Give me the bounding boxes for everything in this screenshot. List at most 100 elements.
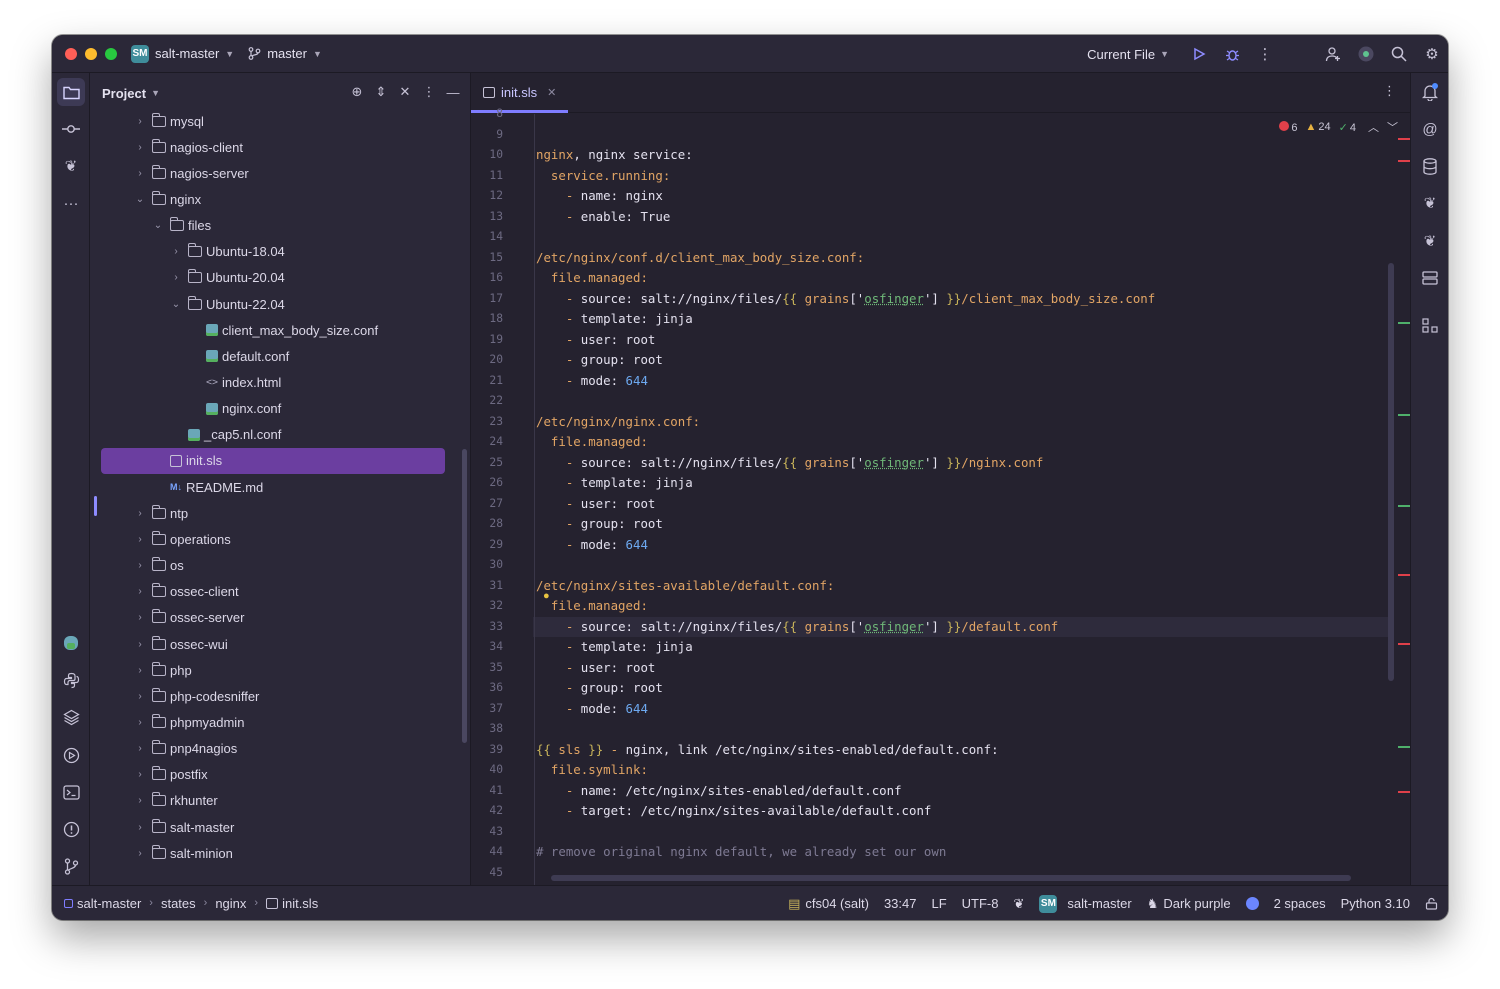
breadcrumb-item[interactable]: states (161, 896, 196, 911)
tree-folder[interactable]: › postfix (90, 762, 470, 788)
notifications-icon[interactable] (1417, 79, 1443, 105)
ai-chat-icon[interactable]: @ (1417, 116, 1443, 142)
tree-folder[interactable]: › mysql (90, 108, 470, 134)
options-icon[interactable]: ⋮ (420, 82, 438, 102)
chevron-right-icon[interactable]: › (134, 691, 146, 702)
chevron-right-icon[interactable]: › (134, 560, 146, 571)
chevron-right-icon[interactable]: › (134, 665, 146, 676)
python-interpreter-widget[interactable]: Python 3.10 (1341, 896, 1410, 911)
close-window-button[interactable] (65, 47, 77, 60)
chevron-right-icon[interactable]: › (134, 717, 146, 728)
tree-folder[interactable]: › nagios-client (90, 134, 470, 160)
readonly-lock-icon[interactable] (1425, 897, 1438, 910)
chevron-right-icon[interactable]: › (134, 795, 146, 806)
chevron-right-icon[interactable]: › (134, 848, 146, 859)
stripe-mark[interactable] (1398, 574, 1410, 576)
git-icon[interactable] (57, 852, 85, 880)
copilot-status-icon[interactable]: ❦ (1014, 896, 1025, 912)
line-separator-widget[interactable]: LF (931, 896, 946, 911)
tree-folder[interactable]: ⌄ nginx (90, 186, 470, 212)
tree-folder[interactable]: › pnp4nagios (90, 736, 470, 762)
python-packages-icon[interactable] (57, 629, 85, 657)
tree-file[interactable]: init.sls (101, 447, 445, 474)
add-user-icon[interactable] (1321, 42, 1345, 66)
theme-widget[interactable]: ♞ Dark purple (1147, 896, 1231, 912)
services-icon[interactable] (57, 741, 85, 769)
cursor-position-widget[interactable]: 33:47 (884, 896, 917, 911)
more-vert-icon[interactable]: ⋮ (1253, 42, 1277, 66)
project-folder-icon[interactable] (57, 78, 85, 106)
hide-panel-icon[interactable]: — (444, 82, 462, 102)
editor-horizontal-scrollbar[interactable] (551, 875, 1351, 881)
stripe-mark[interactable] (1398, 414, 1410, 416)
expand-all-icon[interactable]: ⇕ (372, 82, 390, 102)
status-dot-widget[interactable] (1245, 897, 1259, 910)
tree-folder[interactable]: › Ubuntu-18.04 (90, 239, 470, 265)
database-icon[interactable] (1417, 153, 1443, 179)
tree-file[interactable]: default.conf (90, 343, 470, 369)
stripe-mark[interactable] (1398, 322, 1410, 324)
tree-folder[interactable]: › ossec-server (90, 605, 470, 631)
settings-icon[interactable]: ⚙ (1420, 42, 1444, 66)
tree-folder[interactable]: › rkhunter (90, 788, 470, 814)
chevron-right-icon[interactable]: › (134, 534, 146, 545)
chevron-right-icon[interactable]: › (134, 116, 146, 127)
run-configuration-selector[interactable]: Current File ▼ (1087, 47, 1169, 62)
chevron-right-icon[interactable]: › (134, 822, 146, 833)
code-content[interactable]: nginx, nginx service: service.running: -… (533, 114, 1393, 885)
chevron-right-icon[interactable]: › (134, 508, 146, 519)
project-widget[interactable]: SM salt-master (1039, 894, 1132, 913)
copilot-icon[interactable]: ❦ (1417, 190, 1443, 216)
chevron-right-icon[interactable]: › (134, 168, 146, 179)
plugins-icon[interactable]: ❦ (57, 152, 85, 180)
stripe-mark[interactable] (1398, 791, 1410, 793)
project-switcher[interactable]: SM salt-master ▼ (131, 44, 234, 63)
chevron-right-icon[interactable]: › (134, 639, 146, 650)
tree-file[interactable]: M↓ README.md (90, 474, 470, 500)
more-tools-icon[interactable]: ··· (57, 189, 85, 217)
chevron-right-icon[interactable]: › (134, 743, 146, 754)
locate-file-icon[interactable]: ⊕ (348, 82, 366, 102)
run-icon[interactable] (1187, 42, 1211, 66)
chevron-down-icon[interactable]: ⌄ (134, 194, 146, 205)
layers-icon[interactable] (57, 703, 85, 731)
collapse-all-icon[interactable]: ✕ (396, 82, 414, 102)
tree-folder[interactable]: › php-codesniffer (90, 683, 470, 709)
tree-folder[interactable]: › os (90, 553, 470, 579)
chevron-right-icon[interactable]: › (134, 142, 146, 153)
chevron-right-icon[interactable]: › (134, 769, 146, 780)
breadcrumb-item[interactable]: salt-master (64, 896, 141, 911)
chevron-right-icon[interactable]: › (134, 612, 146, 623)
chevron-right-icon[interactable]: › (170, 272, 182, 283)
branch-switcher[interactable]: master ▼ (248, 46, 322, 61)
interpreter-host-widget[interactable]: ▤ cfs04 (salt) (788, 896, 869, 912)
chevron-down-icon[interactable]: ⌄ (170, 299, 182, 310)
stripe-mark[interactable] (1398, 746, 1410, 748)
tree-file[interactable]: nginx.conf (90, 396, 470, 422)
commit-icon[interactable] (57, 115, 85, 143)
search-icon[interactable] (1387, 42, 1411, 66)
tree-folder[interactable]: › operations (90, 526, 470, 552)
stripe-mark[interactable] (1398, 505, 1410, 507)
chevron-right-icon[interactable]: › (170, 246, 182, 257)
tree-file[interactable]: <> index.html (90, 370, 470, 396)
breadcrumb-item[interactable]: nginx (215, 896, 246, 911)
ai-assistant-icon[interactable] (1354, 42, 1378, 66)
tree-folder[interactable]: › phpmyadmin (90, 709, 470, 735)
structure-icon[interactable] (1417, 265, 1443, 291)
problems-icon[interactable] (57, 815, 85, 843)
tree-folder[interactable]: › Ubuntu-20.04 (90, 265, 470, 291)
zoom-window-button[interactable] (105, 47, 117, 60)
hierarchy-icon[interactable] (1417, 313, 1443, 339)
tree-folder[interactable]: › ossec-wui (90, 631, 470, 657)
tree-folder[interactable]: › ntp (90, 500, 470, 526)
plugin-tool-icon[interactable]: ❦ (1417, 228, 1443, 254)
intention-bulb-icon[interactable]: ● (543, 590, 550, 602)
indent-widget[interactable]: 2 spaces (1274, 896, 1326, 911)
tree-file[interactable]: client_max_body_size.conf (90, 317, 470, 343)
chevron-down-icon[interactable]: ⌄ (152, 220, 164, 231)
debug-icon[interactable] (1220, 42, 1244, 66)
tree-folder[interactable]: › salt-minion (90, 840, 470, 866)
encoding-widget[interactable]: UTF-8 (962, 896, 999, 911)
minimize-window-button[interactable] (85, 47, 97, 60)
